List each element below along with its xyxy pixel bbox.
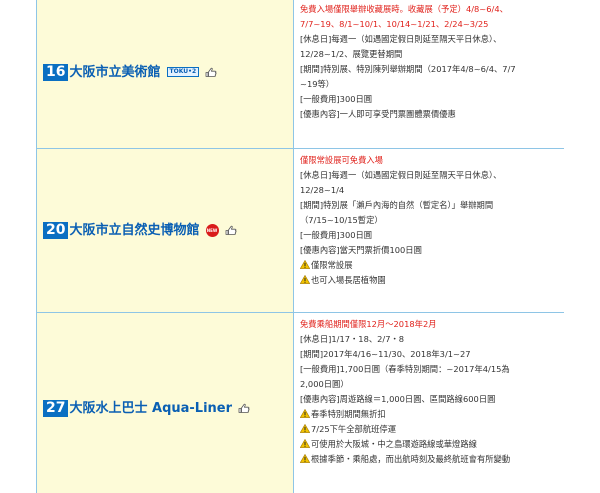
- facility-row: 20 大阪市立自然史博物館 NEW 僅限常設展可免費入場 [休息日]每週一（如遇國定假日…: [36, 148, 564, 313]
- facility-row: 16 大阪市立美術館 TOKU•2 免費入場僅限舉辦收藏展時。收藏展（予定）4/8~6…: [36, 0, 564, 149]
- warning-note: 可使用於大阪城・中之島環遊路線或華燈路線: [300, 437, 560, 452]
- info-line: [一般費用]300日圓: [300, 92, 560, 107]
- info-line: [期間]特別展「瀨戶內海的自然（暫定名）」舉辦期間: [300, 198, 560, 213]
- warning-icon: [300, 439, 310, 448]
- pointer-hand-icon[interactable]: [238, 403, 250, 414]
- facility-number-badge: 16: [43, 63, 69, 81]
- info-line-text: [一般費用]300日圓: [300, 94, 373, 104]
- info-line-text: [一般費用]1,700日圓（春季特別期間：~2017年4/15為: [300, 364, 510, 374]
- warning-note: 春季特別期間無折扣: [300, 407, 560, 422]
- facility-info-lines: 免費入場僅限舉辦收藏展時。收藏展（予定）4/8~6/4、 7/7~19、8/1~1…: [294, 0, 564, 126]
- info-line-text: [期間]2017年4/16~11/30、2018年3/1~27: [300, 349, 471, 359]
- warning-icon: [300, 275, 310, 284]
- info-line-text: 可使用於大阪城・中之島環遊路線或華燈路線: [311, 439, 477, 449]
- highlight-note: 免費乘船期間僅限12月～2018年2月: [300, 317, 560, 332]
- info-line: 12/28~1/4: [300, 183, 560, 198]
- facility-number-badge: 27: [43, 399, 69, 417]
- info-line-text: 免費入場僅限舉辦收藏展時。收藏展（予定）4/8~6/4、: [300, 4, 508, 14]
- info-line: [一般費用]1,700日圓（春季特別期間：~2017年4/15為: [300, 362, 560, 377]
- highlight-note: 免費入場僅限舉辦收藏展時。收藏展（予定）4/8~6/4、: [300, 2, 560, 17]
- facility-name-link[interactable]: 大阪水上巴士 Aqua-Liner: [69, 400, 232, 417]
- info-line-text: [期間]特別展、特別陳列舉辦期間（2017年4/8~6/4、7/7: [300, 64, 516, 74]
- warning-note: 根據季節・乘船處，而出航時刻及最終航班會有所變動: [300, 452, 560, 467]
- warning-icon: [300, 409, 310, 418]
- facility-info-cell: 免費入場僅限舉辦收藏展時。收藏展（予定）4/8~6/4、 7/7~19、8/1~1…: [293, 0, 564, 149]
- info-line-text: [一般費用]300日圓: [300, 230, 373, 240]
- info-line: [優惠內容]一人即可享受門票團體票價優惠: [300, 107, 560, 122]
- facility-table-frame: 16 大阪市立美術館 TOKU•2 免費入場僅限舉辦收藏展時。收藏展（予定）4/8~6…: [36, 0, 564, 493]
- warning-icon: [300, 424, 310, 433]
- facility-name-group: 16 大阪市立美術館 TOKU•2: [37, 63, 293, 81]
- info-line: [期間]特別展、特別陳列舉辦期間（2017年4/8~6/4、7/7: [300, 62, 560, 77]
- facility-info-lines: 僅限常設展可免費入場 [休息日]每週一（如遇國定假日則延至隔天平日休息）、 12/2…: [294, 149, 564, 292]
- info-line-text: 12/28~1/4: [300, 185, 345, 195]
- info-line-text: [期間]特別展「瀨戶內海的自然（暫定名）」舉辦期間: [300, 200, 494, 210]
- info-line-text: 春季特別期間無折扣: [311, 409, 386, 419]
- pointer-hand-icon[interactable]: [225, 225, 237, 236]
- info-line-text: [優惠內容]當天門票折價100日圓: [300, 245, 422, 255]
- warning-icon: [300, 454, 310, 463]
- info-line-text: （7/15~10/15暫定）: [300, 215, 383, 225]
- facility-row: 27 大阪水上巴士 Aqua-Liner 免費乘船期間僅限12月～2018年2月 [休…: [36, 312, 564, 493]
- info-line: 12/28~1/2、展覽更替期間: [300, 47, 560, 62]
- highlight-note: 僅限常設展可免費入場: [300, 153, 560, 168]
- info-line-text: 僅限常設展: [311, 260, 353, 270]
- info-line-text: 也可入場長居植物園: [311, 275, 386, 285]
- warning-note: 7/25下午全部航班停運: [300, 422, 560, 437]
- warning-note: 也可入場長居植物園: [300, 273, 560, 288]
- info-line: [休息日]每週一（如遇國定假日則延至隔天平日休息）、: [300, 168, 560, 183]
- info-line: （7/15~10/15暫定）: [300, 213, 560, 228]
- info-line: [休息日]每週一（如遇國定假日則延至隔天平日休息）、: [300, 32, 560, 47]
- pointer-hand-icon[interactable]: [205, 67, 217, 78]
- info-line: [一般費用]300日圓: [300, 228, 560, 243]
- info-line: 2,000日圓）: [300, 377, 560, 392]
- facility-name-group: 20 大阪市立自然史博物館 NEW: [37, 222, 293, 239]
- facility-info-cell: 僅限常設展可免費入場 [休息日]每週一（如遇國定假日則延至隔天平日休息）、 12/2…: [293, 148, 564, 313]
- info-line: [優惠內容]周遊路線＝1,000日圓、區間路線600日圓: [300, 392, 560, 407]
- info-line-text: 7/7~19、8/1~10/1、10/14~1/21、2/24~3/25: [300, 19, 489, 29]
- info-line-text: 2,000日圓）: [300, 379, 349, 389]
- facility-number-badge: 20: [43, 222, 69, 239]
- facility-name-link[interactable]: 大阪市立美術館: [69, 64, 160, 81]
- info-line-text: 12/28~1/2、展覽更替期間: [300, 49, 403, 59]
- info-line-text: [休息日]每週一（如遇國定假日則延至隔天平日休息）、: [300, 170, 502, 180]
- info-line-text: [休息日]每週一（如遇國定假日則延至隔天平日休息）、: [300, 34, 502, 44]
- info-line: [優惠內容]當天門票折價100日圓: [300, 243, 560, 258]
- facility-name-cell: 16 大阪市立美術館 TOKU•2: [36, 0, 294, 149]
- facility-name-link[interactable]: 大阪市立自然史博物館: [69, 222, 199, 239]
- facility-info-lines: 免費乘船期間僅限12月～2018年2月 [休息日]1/17・18、2/7・8 [期間…: [294, 313, 564, 471]
- warning-note: 僅限常設展: [300, 258, 560, 273]
- facility-name-group: 27 大阪水上巴士 Aqua-Liner: [37, 399, 293, 417]
- facility-info-cell: 免費乘船期間僅限12月～2018年2月 [休息日]1/17・18、2/7・8 [期間…: [293, 312, 564, 493]
- info-line-text: 根據季節・乘船處，而出航時刻及最終航班會有所變動: [311, 454, 511, 464]
- tokutoku-pass-badge: TOKU•2: [166, 67, 200, 77]
- info-line: [休息日]1/17・18、2/7・8: [300, 332, 560, 347]
- facility-table-body: 16 大阪市立美術館 TOKU•2 免費入場僅限舉辦收藏展時。收藏展（予定）4/8~6…: [36, 0, 564, 493]
- info-line-text: 免費乘船期間僅限12月～2018年2月: [300, 319, 437, 329]
- info-line-text: [休息日]1/17・18、2/7・8: [300, 334, 405, 344]
- info-line-text: 僅限常設展可免費入場: [300, 155, 383, 165]
- highlight-note: 7/7~19、8/1~10/1、10/14~1/21、2/24~3/25: [300, 17, 560, 32]
- facility-table: 16 大阪市立美術館 TOKU•2 免費入場僅限舉辦收藏展時。收藏展（予定）4/8~6…: [36, 0, 564, 493]
- facility-name-cell: 27 大阪水上巴士 Aqua-Liner: [36, 312, 294, 493]
- info-line-text: [優惠內容]一人即可享受門票團體票價優惠: [300, 109, 456, 119]
- facility-name-cell: 20 大阪市立自然史博物館 NEW: [36, 148, 294, 313]
- info-line: [期間]2017年4/16~11/30、2018年3/1~27: [300, 347, 560, 362]
- info-line-text: [優惠內容]周遊路線＝1,000日圓、區間路線600日圓: [300, 394, 496, 404]
- new-badge-icon: NEW: [205, 224, 219, 237]
- info-line-text: ~19等）: [300, 79, 335, 89]
- info-line-text: 7/25下午全部航班停運: [311, 424, 397, 434]
- info-line: ~19等）: [300, 77, 560, 92]
- warning-icon: [300, 260, 310, 269]
